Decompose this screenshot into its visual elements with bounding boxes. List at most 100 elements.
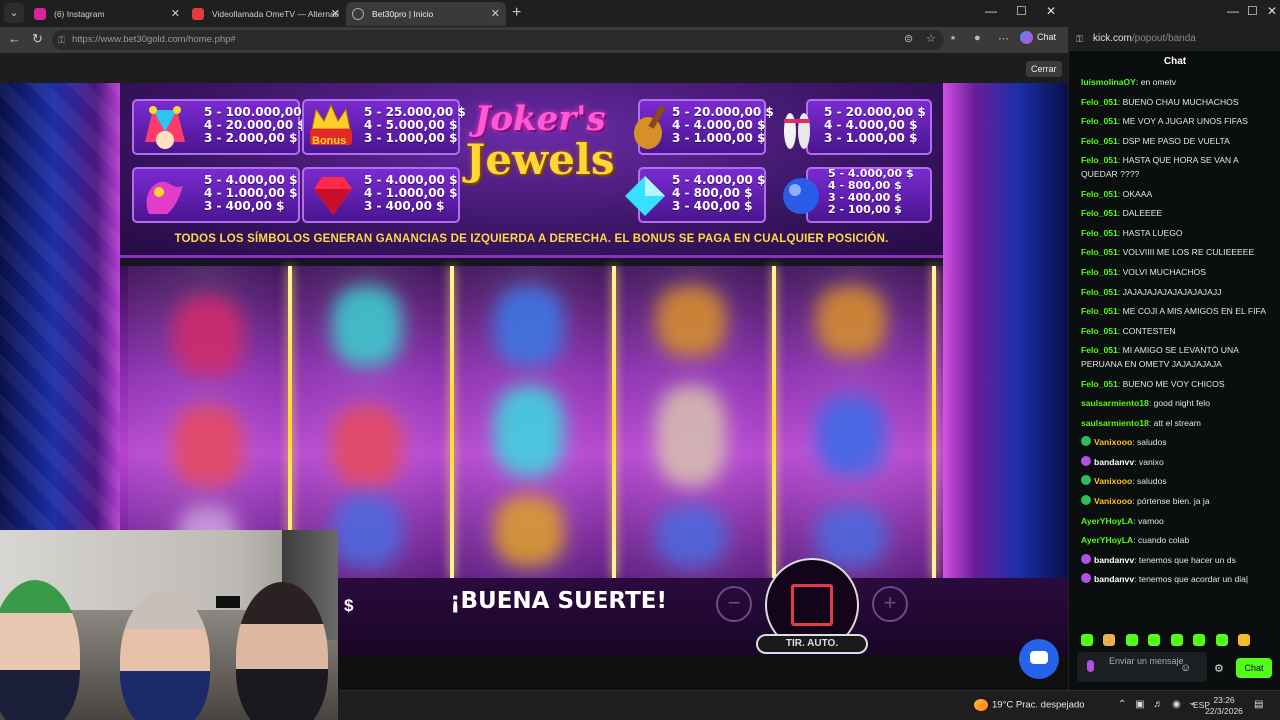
increase-bet-button[interactable]: +: [872, 586, 908, 622]
maximize-icon[interactable]: ☐: [1247, 4, 1258, 18]
chat-username[interactable]: bandanvv: [1094, 574, 1134, 584]
chat-username[interactable]: Felo_051: [1081, 208, 1118, 218]
paytable-pins: 5 - 20.000,00 $ 4 - 4.000,00 $ 3 - 1.000…: [784, 99, 932, 155]
tray-icons[interactable]: ⌃ ▣ ♬ ◉ ⌁: [1118, 699, 1199, 710]
clock-date: 22/3/2026: [1205, 706, 1243, 716]
chat-message: AyerYHoyLA: vamoo: [1069, 512, 1280, 532]
chat-username[interactable]: saulsarmiento18: [1081, 418, 1149, 428]
chat-username[interactable]: Felo_051: [1081, 228, 1118, 238]
emote-icon[interactable]: [1215, 634, 1228, 646]
url-input[interactable]: ⚿ https://www.bet30gold.com/home.php#: [52, 30, 944, 50]
chat-username[interactable]: Felo_051: [1081, 287, 1118, 297]
back-icon[interactable]: ←: [8, 31, 21, 46]
maximize-icon[interactable]: ☐: [1016, 4, 1027, 18]
translate-icon[interactable]: ⊜: [904, 32, 913, 45]
more-menu-icon[interactable]: ⋯: [998, 32, 1009, 45]
jester-glove-icon: [136, 167, 194, 225]
autoplay-button[interactable]: TIR. AUTO.: [756, 634, 868, 654]
reload-icon[interactable]: ↻: [32, 31, 43, 47]
chat-username[interactable]: Felo_051: [1081, 267, 1118, 277]
blurred-symbol: [656, 506, 726, 566]
chat-username[interactable]: Felo_051: [1081, 345, 1118, 355]
chat-username[interactable]: Felo_051: [1081, 97, 1118, 107]
tab-ometv[interactable]: Videollamada OmeTV — Alternati ✕: [186, 2, 346, 26]
clock[interactable]: 23:26 22/3/2026: [1200, 695, 1248, 717]
copilot-icon: [1020, 31, 1033, 44]
chat-username[interactable]: Vanixooo: [1094, 496, 1132, 506]
chat-message: Felo_051: MI AMIGO SE LEVANTÓ UNA PERUAN…: [1069, 341, 1280, 374]
chat-username[interactable]: AyerYHoyLA: [1081, 516, 1133, 526]
payout-line: 3 - 1.000,00 $: [364, 131, 458, 145]
chat-message: Felo_051: OKAAA: [1069, 185, 1280, 205]
close-window-icon[interactable]: ✕: [1046, 4, 1056, 18]
gear-icon[interactable]: ⚙: [1214, 662, 1224, 675]
emote-icon[interactable]: [1148, 634, 1161, 646]
user-badge-icon: [1081, 436, 1091, 447]
send-chat-button[interactable]: Chat: [1236, 658, 1272, 678]
chat-text: : DALEEEE: [1117, 208, 1163, 219]
chat-address-bar[interactable]: ⚿ kick.com/popout/banda: [1069, 27, 1280, 51]
emote-icon[interactable]: [1170, 634, 1183, 646]
blue-gem-icon: [772, 167, 830, 225]
close-button[interactable]: Cerrar: [1026, 61, 1062, 77]
emoji-icon[interactable]: ☺: [1180, 662, 1191, 674]
chat-username[interactable]: Felo_051: [1081, 326, 1118, 336]
favorites-icon[interactable]: ⭑: [950, 32, 956, 45]
weather-widget[interactable]: 19°C Prac. despejado: [974, 699, 1085, 711]
chat-text: : tenemos que hacer un ds: [1134, 554, 1236, 565]
paytable-lute: 5 - 20.000,00 $ 4 - 4.000,00 $ 3 - 1.000…: [634, 99, 774, 155]
chat-username[interactable]: saulsarmiento18: [1081, 398, 1149, 408]
new-tab-button[interactable]: +: [512, 2, 521, 24]
notification-icon[interactable]: ▤: [1254, 699, 1263, 710]
chat-username[interactable]: luismolinaOY: [1081, 77, 1136, 87]
emote-bar: [1081, 633, 1277, 664]
support-chat-icon[interactable]: [1019, 639, 1059, 679]
chat-url-path: /popout/banda: [1131, 33, 1196, 44]
bookmark-star-icon[interactable]: ☆: [926, 32, 936, 45]
close-window-icon[interactable]: ✕: [1267, 4, 1277, 18]
chat-username[interactable]: Felo_051: [1081, 247, 1118, 257]
chat-username[interactable]: Vanixooo: [1094, 437, 1132, 447]
tab-search-button[interactable]: ⌄: [4, 3, 24, 23]
chat-username[interactable]: Felo_051: [1081, 116, 1118, 126]
payout-line: 2 - 100,00 $: [828, 203, 902, 216]
reel-4: [616, 266, 774, 578]
chat-message: saulsarmiento18: att el stream: [1069, 414, 1280, 434]
emote-icon[interactable]: [1238, 634, 1251, 646]
chat-message: Felo_051: DALEEEE: [1069, 204, 1280, 224]
emote-icon[interactable]: [1193, 634, 1206, 646]
tab-instagram[interactable]: (6) Instagram ✕: [28, 2, 186, 26]
tab-bet30pro[interactable]: Bet30pro | Inicio ✕: [346, 2, 506, 26]
balance-currency: $: [344, 596, 354, 615]
chat-message-list[interactable]: luismolinaOY: en ometv Felo_051: BUENO CH…: [1069, 73, 1280, 625]
blurred-symbol: [332, 496, 402, 566]
chat-message: Felo_051: VOLVI MUCHACHOS: [1069, 263, 1280, 283]
chat-username[interactable]: bandanvv: [1094, 555, 1134, 565]
paytable-rule: TODOS LOS SÍMBOLOS GENERAN GANANCIAS DE …: [174, 233, 889, 245]
close-tab-icon[interactable]: ✕: [331, 2, 340, 26]
copilot-chat-button[interactable]: Chat: [1020, 31, 1056, 44]
chat-username[interactable]: Vanixooo: [1094, 476, 1132, 486]
close-tab-icon[interactable]: ✕: [491, 2, 500, 26]
chat-text: : en ometv: [1135, 77, 1177, 87]
stop-icon: [791, 584, 833, 626]
chat-username[interactable]: Felo_051: [1081, 189, 1118, 199]
chat-text: : OKAAA: [1117, 188, 1153, 199]
chat-username[interactable]: Felo_051: [1081, 155, 1118, 165]
chat-username[interactable]: AyerYHoyLA: [1081, 535, 1133, 545]
chat-username[interactable]: Felo_051: [1081, 136, 1118, 146]
profile-avatar-icon[interactable]: ●: [974, 32, 981, 44]
minimize-icon[interactable]: —: [1227, 4, 1239, 18]
close-tab-icon[interactable]: ✕: [171, 2, 180, 26]
decrease-bet-button[interactable]: −: [716, 586, 752, 622]
emote-icon[interactable]: [1125, 634, 1138, 646]
paytable-glove: 5 - 4.000,00 $ 4 - 1.000,00 $ 3 - 400,00…: [132, 167, 300, 223]
chat-username[interactable]: Felo_051: [1081, 379, 1118, 389]
chat-username[interactable]: Felo_051: [1081, 306, 1118, 316]
chat-message: Felo_051: HASTA LUEGO: [1069, 224, 1280, 244]
emote-icon[interactable]: [1103, 634, 1116, 646]
site-info-icon[interactable]: ⚿: [58, 30, 65, 50]
chat-username[interactable]: bandanvv: [1094, 457, 1134, 467]
minimize-icon[interactable]: —: [985, 4, 997, 18]
emote-icon[interactable]: [1081, 634, 1093, 646]
